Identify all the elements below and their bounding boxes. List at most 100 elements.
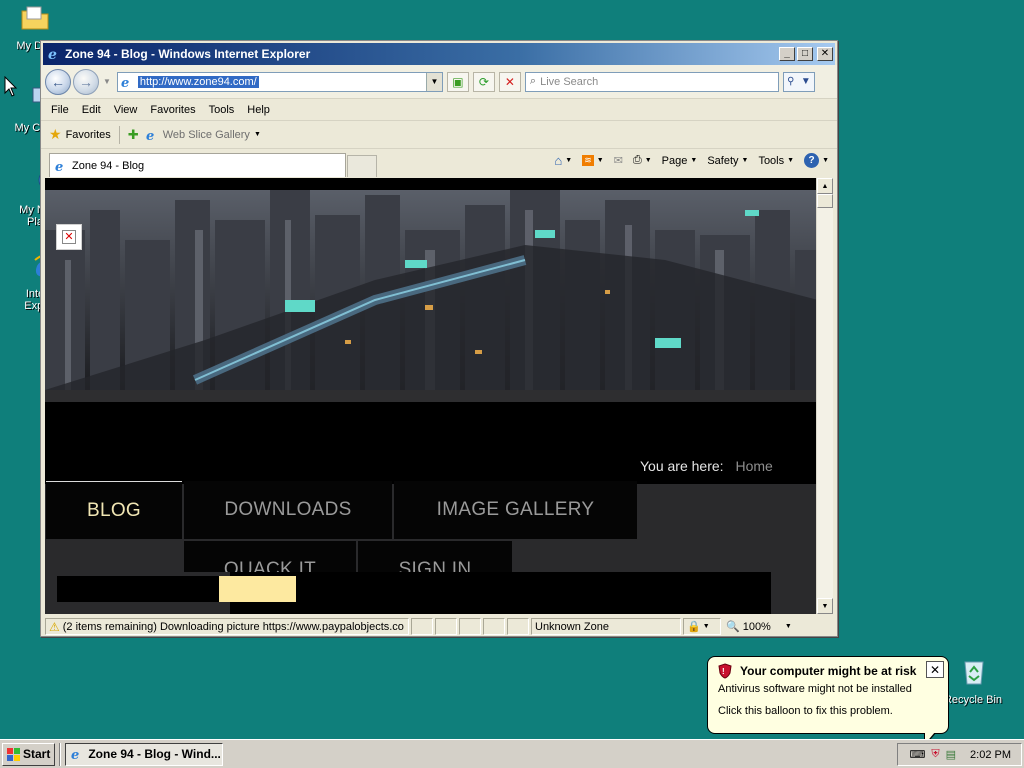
security-zone[interactable]: Unknown Zone — [531, 618, 681, 635]
menu-edit[interactable]: Edit — [82, 104, 101, 116]
recent-pages-dropdown[interactable]: ▼ — [103, 77, 111, 86]
content-bar-edge — [57, 602, 230, 614]
banner-divider — [45, 390, 818, 402]
maximize-button[interactable]: □ — [797, 47, 813, 61]
menu-view[interactable]: View — [114, 104, 138, 116]
balloon-close-button[interactable]: ✕ — [926, 661, 944, 678]
safety-menu-label: Safety — [707, 154, 739, 167]
start-label: Start — [23, 747, 51, 761]
forward-button[interactable]: → — [73, 68, 99, 95]
home-icon: ⌂ — [554, 153, 563, 168]
search-go-button[interactable]: ⚲ ▼ — [782, 71, 815, 92]
security-alert-balloon[interactable]: ! Your computer might be at risk ✕ Antiv… — [707, 656, 949, 734]
refresh-button[interactable]: ⟳ — [472, 71, 495, 92]
system-tray: ⌨ ⛨ ▤ 2:02 PM — [897, 743, 1022, 766]
help-icon: ? — [804, 153, 820, 168]
breadcrumb-home-link[interactable]: Home — [735, 458, 772, 474]
tab-zone94-blog[interactable]: e Zone 94 - Blog — [49, 153, 346, 177]
search-options-dropdown[interactable]: ▼ — [801, 76, 811, 87]
read-mail-button[interactable]: ✉ — [614, 154, 623, 167]
network-icon[interactable]: ▤ — [946, 748, 956, 761]
vertical-scrollbar[interactable]: ▲ ▼ — [816, 178, 833, 614]
tools-menu[interactable]: Tools ▼ — [758, 155, 794, 167]
safety-menu[interactable]: Safety ▼ — [707, 155, 748, 167]
rss-icon: ≋ — [582, 155, 594, 166]
mouse-cursor-icon — [4, 76, 18, 97]
broken-image-icon: ✕ — [62, 230, 76, 244]
tab-title: Zone 94 - Blog — [72, 159, 145, 172]
status-pane — [411, 618, 433, 635]
taskbar-separator — [59, 742, 62, 766]
taskbar-ie-window[interactable]: e Zone 94 - Blog - Wind... — [65, 742, 224, 766]
svg-text:e: e — [121, 76, 129, 89]
start-button[interactable]: Start — [2, 742, 56, 766]
web-slice-gallery-link[interactable]: Web Slice Gallery — [163, 129, 250, 141]
zone-label: Unknown Zone — [535, 620, 609, 633]
new-tab-button[interactable] — [347, 155, 377, 177]
search-placeholder: Live Search — [540, 75, 599, 88]
help-button[interactable]: ? ▼ — [804, 153, 829, 168]
zoom-level: 100% — [742, 620, 771, 633]
tools-menu-label: Tools — [758, 154, 785, 167]
scroll-down-button[interactable]: ▼ — [817, 598, 833, 614]
address-url[interactable]: http://www.zone94.com/ — [137, 75, 259, 88]
recycle-bin-icon — [964, 661, 984, 685]
printer-icon: ⎙ — [632, 154, 642, 166]
security-center-icon[interactable]: ⛨ — [931, 748, 939, 761]
windows-logo-icon — [7, 747, 20, 761]
command-bar: ⌂ ▼ ≋ ▼ ✉ ⎙ ▼ Page ▼ Safety ▼ Tools ▼ ? ▼ — [544, 153, 829, 168]
menu-help[interactable]: Help — [247, 104, 270, 116]
window-title: Zone 94 - Blog - Windows Internet Explor… — [65, 47, 311, 61]
feeds-button[interactable]: ≋ ▼ — [582, 155, 604, 166]
nav-image-gallery[interactable]: IMAGE GALLERY — [394, 481, 637, 539]
folder-icon — [21, 6, 49, 30]
zoom-icon: 🔍 — [726, 621, 740, 633]
compatibility-view-button[interactable]: ▣ — [446, 71, 469, 92]
status-pane — [435, 618, 457, 635]
svg-text:e: e — [55, 160, 63, 173]
breadcrumb: You are here: Home — [640, 458, 773, 474]
refresh-icon: ⟳ — [478, 74, 489, 89]
menu-favorites[interactable]: Favorites — [150, 104, 195, 116]
magnifier-icon: ⚲ — [787, 76, 795, 87]
menu-tools[interactable]: Tools — [209, 104, 235, 116]
stop-button[interactable]: ✕ — [498, 71, 521, 92]
balloon-title: Your computer might be at risk — [740, 664, 917, 678]
protected-mode-button[interactable]: 🔒 ▼ — [683, 618, 721, 635]
web-content: ✕ BLOG DOWNLOADS IMAGE GALLERY QUACK IT … — [45, 178, 818, 614]
menu-file[interactable]: File — [51, 104, 69, 116]
keyboard-icon[interactable]: ⌨ — [909, 748, 925, 761]
zoom-control[interactable]: 🔍 100% ▼ — [723, 618, 795, 635]
add-to-favorites-bar-icon[interactable]: ✚ — [128, 127, 139, 143]
tab-page-icon: e — [55, 160, 63, 173]
search-icon: ⌕ — [529, 75, 537, 87]
taskbar-window-title: Zone 94 - Blog - Wind... — [88, 747, 221, 761]
menu-bar: File Edit View Favorites Tools Help — [41, 99, 837, 121]
nav-blog[interactable]: BLOG — [46, 481, 182, 539]
home-button[interactable]: ⌂ ▼ — [554, 153, 572, 168]
breadcrumb-label: You are here: — [640, 458, 724, 474]
address-dropdown-button[interactable]: ▼ — [425, 72, 442, 91]
web-slice-dropdown[interactable]: ▼ — [254, 131, 261, 138]
favorites-button[interactable]: Favorites — [66, 129, 111, 141]
close-button[interactable]: ✕ — [817, 47, 833, 61]
clock[interactable]: 2:02 PM — [970, 749, 1011, 761]
search-box[interactable]: ⌕ Live Search — [524, 71, 779, 92]
forward-arrow-icon: → — [79, 73, 93, 90]
balloon-message: Antivirus software might not be installe… — [718, 683, 912, 695]
back-button[interactable]: ← — [45, 68, 71, 95]
address-bar[interactable]: e http://www.zone94.com/ ▼ — [116, 71, 443, 92]
svg-text:e: e — [146, 129, 154, 142]
scroll-thumb[interactable] — [817, 194, 833, 208]
minimize-button[interactable]: _ — [779, 47, 795, 61]
internet-explorer-icon: e — [48, 47, 57, 61]
warning-icon: ⚠ — [49, 619, 60, 634]
window-titlebar[interactable]: e Zone 94 - Blog - Windows Internet Expl… — [43, 43, 835, 65]
page-menu[interactable]: Page ▼ — [662, 155, 698, 167]
compat-icon: ▣ — [452, 74, 464, 89]
stop-icon: ✕ — [504, 74, 515, 89]
print-button[interactable]: ⎙ ▼ — [633, 154, 652, 167]
scroll-up-button[interactable]: ▲ — [817, 178, 833, 194]
nav-downloads[interactable]: DOWNLOADS — [184, 481, 392, 539]
back-arrow-icon: ← — [51, 73, 65, 90]
